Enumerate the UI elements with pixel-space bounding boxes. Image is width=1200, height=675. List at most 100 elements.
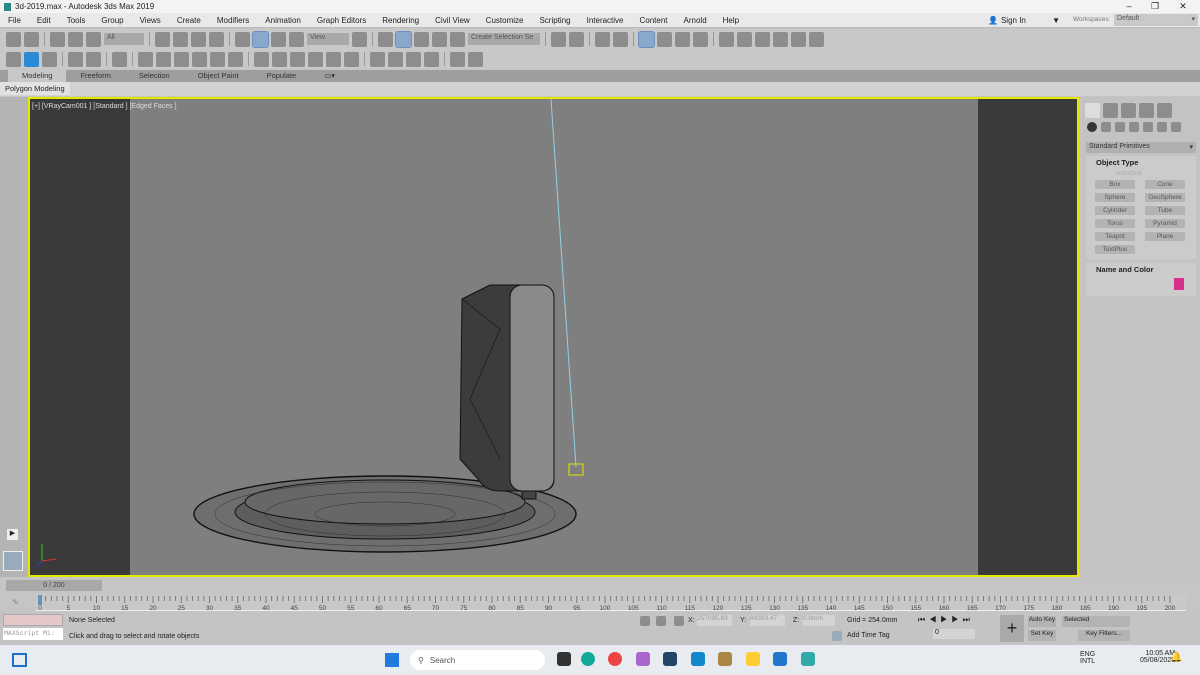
outlook-icon[interactable] [691, 652, 705, 666]
window-crossing-icon[interactable] [209, 31, 224, 47]
camera-icon[interactable] [112, 51, 127, 67]
mirror-icon[interactable] [551, 31, 566, 47]
align-icon[interactable] [569, 31, 584, 47]
category-dropdown[interactable]: Standard Primitives ▾ [1086, 142, 1196, 153]
scene-explorer-icon[interactable] [613, 31, 628, 47]
percent-snap-icon[interactable] [414, 31, 429, 47]
taskbar-search[interactable]: ⚲ Search [410, 650, 545, 670]
move-icon[interactable] [235, 31, 250, 47]
help-icon[interactable] [468, 51, 483, 67]
widgets-icon[interactable] [12, 653, 27, 667]
edge-icon[interactable] [581, 652, 595, 666]
ribbon-tab-selection[interactable]: Selection [125, 70, 184, 82]
timeline-current-frame-marker[interactable] [38, 595, 42, 605]
create-sphere-button[interactable]: Sphere [1095, 193, 1135, 202]
z-coordinate[interactable]: 0.0mm [803, 615, 835, 626]
cameras-icon[interactable] [1129, 122, 1139, 132]
shade-icon[interactable] [290, 51, 305, 67]
set-key-plus-icon[interactable]: + [1000, 615, 1024, 642]
rect-selection-icon[interactable] [191, 31, 206, 47]
menu-content[interactable]: Content [632, 16, 676, 25]
viewport[interactable]: [+] [VRayCam001 ] [Standard ] [Edged Fac… [28, 97, 1079, 577]
menu-create[interactable]: Create [169, 16, 209, 25]
helpers-icon[interactable] [1143, 122, 1153, 132]
hierarchy-tab-icon[interactable] [1121, 103, 1136, 118]
sign-in-button[interactable]: 👤 Sign In ▼ [988, 14, 1060, 26]
store-icon[interactable] [663, 652, 677, 666]
spinner-snap-icon[interactable] [432, 31, 447, 47]
material-editor-icon[interactable] [719, 31, 734, 47]
playback-controls[interactable]: ⏮◀▶▶⏭ [918, 615, 974, 625]
key-mode-dropdown[interactable]: Selected [1062, 616, 1130, 627]
unlink-icon[interactable] [68, 31, 83, 47]
modify-tab-icon[interactable] [1103, 103, 1118, 118]
create-textplus-button[interactable]: TextPlus [1095, 245, 1135, 254]
bind-spacewarp-icon[interactable] [86, 31, 101, 47]
object-color-swatch[interactable] [1174, 278, 1184, 290]
cactus-icon[interactable] [344, 51, 359, 67]
media-icon[interactable] [42, 51, 57, 67]
game-app-icon[interactable] [718, 652, 732, 666]
autogrid-checkbox[interactable]: AutoGrid [1116, 170, 1142, 177]
placement-icon[interactable] [289, 31, 304, 47]
cone-icon[interactable] [210, 51, 225, 67]
render-icon[interactable] [773, 31, 788, 47]
shapes-icon[interactable] [1101, 122, 1111, 132]
menu-group[interactable]: Group [93, 16, 131, 25]
torus-icon[interactable] [174, 51, 189, 67]
language-indicator[interactable]: ENG INTL [1080, 651, 1095, 665]
key-filters-button[interactable]: Key Filters... [1078, 630, 1130, 641]
ribbon-tab-populate[interactable]: Populate [253, 70, 311, 82]
lock-icon[interactable] [656, 616, 666, 626]
close-button[interactable]: ✕ [1170, 0, 1196, 13]
menu-animation[interactable]: Animation [257, 16, 309, 25]
light-lister-icon[interactable] [68, 51, 83, 67]
add-time-tag-button[interactable]: Add Time Tag [847, 632, 890, 639]
select-object-icon[interactable] [155, 31, 170, 47]
box-icon[interactable] [138, 51, 153, 67]
create-cylinder-button[interactable]: Cylinder [1095, 206, 1135, 215]
create-teapot-button[interactable]: Teapot [1095, 232, 1135, 241]
display-tab-icon[interactable] [1157, 103, 1172, 118]
scale-icon[interactable] [271, 31, 286, 47]
net-icon[interactable] [272, 51, 287, 67]
graphite-icon[interactable] [638, 30, 655, 48]
color-dots-icon[interactable] [388, 51, 403, 67]
scene-states-icon[interactable] [86, 51, 101, 67]
reference-coordinate-dropdown[interactable]: View [307, 33, 349, 45]
create-plane-button[interactable]: Plane [1145, 232, 1185, 241]
curve-editor-toggle-icon[interactable]: ∿ [12, 597, 19, 606]
menu-views[interactable]: Views [132, 16, 169, 25]
minimize-button[interactable]: – [1116, 0, 1142, 13]
angle-snap-icon[interactable] [395, 30, 412, 48]
notifications-icon[interactable]: 🔔 [1170, 652, 1184, 666]
vray-render-icon[interactable] [424, 51, 439, 67]
expand-icon[interactable]: ▶ [7, 529, 18, 540]
transform-mode-icon[interactable] [674, 616, 684, 626]
frame-buffer-icon[interactable] [450, 51, 465, 67]
edit-named-sets-icon[interactable] [450, 31, 465, 47]
curve-editor-icon[interactable] [657, 31, 672, 47]
viewport-navigation-icons[interactable] [1140, 616, 1190, 642]
copilot-icon[interactable] [636, 652, 650, 666]
windows-start-icon[interactable] [385, 653, 399, 667]
teapot-prim-icon[interactable] [192, 51, 207, 67]
viewport-label[interactable]: [+] [VRayCam001 ] [Standard ] [Edged Fac… [32, 103, 177, 110]
viewport-layout-icon[interactable] [809, 31, 824, 47]
maximize-button[interactable]: ❐ [1142, 0, 1168, 13]
menu-civil-view[interactable]: Civil View [427, 16, 478, 25]
menu-help[interactable]: Help [715, 16, 747, 25]
plane-icon[interactable] [254, 51, 269, 67]
lights-icon[interactable] [1115, 122, 1125, 132]
menu-edit[interactable]: Edit [29, 16, 59, 25]
auto-key-button[interactable]: Auto Key [1028, 616, 1056, 627]
menu-interactive[interactable]: Interactive [579, 16, 632, 25]
snap-3d-icon[interactable] [378, 31, 393, 47]
ribbon-options-icon[interactable]: ▭▾ [310, 70, 349, 82]
ribbon-tab-object-paint[interactable]: Object Paint [184, 70, 253, 82]
rotate-icon[interactable] [252, 30, 269, 48]
schematic-icon[interactable] [693, 31, 708, 47]
timeline-track[interactable]: 0 5 10 15 20 25 30 35 40 45 50 55 60 65 70 75 80 85 90 95 10… [36, 594, 1186, 611]
time-tag-icon[interactable] [832, 631, 842, 641]
maxscript-input[interactable]: MAXScript Mi: [3, 628, 63, 640]
